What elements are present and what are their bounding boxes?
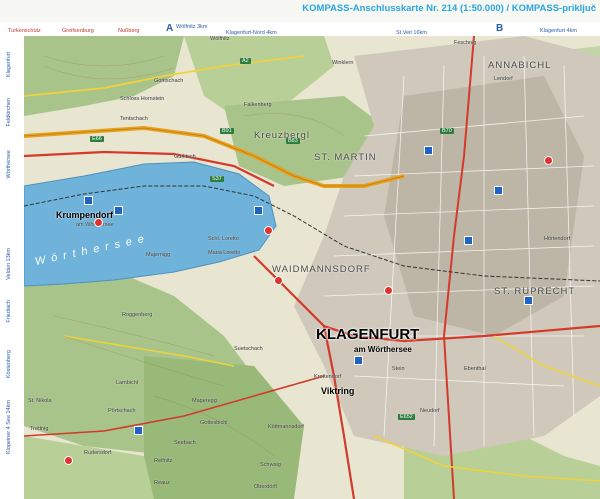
poi-marker[interactable]: [94, 218, 103, 227]
place-label: Neudorf: [420, 408, 440, 414]
map-page: KOMPASS-Anschlusskarte Nr. 214 (1:50.000…: [0, 0, 600, 499]
poi-marker[interactable]: [274, 276, 283, 285]
parking-marker[interactable]: [354, 356, 363, 365]
edge-note: Velden 13km: [6, 248, 12, 280]
edge-note: Turkenschütz: [8, 28, 41, 34]
edge-note: Klagenfurt 4km: [540, 28, 577, 34]
city-label-main: KLAGENFURT: [316, 326, 420, 343]
edge-note: Klagenfurt: [6, 52, 12, 78]
place-label: Lambichl: [116, 380, 139, 386]
place-label: Maria Loretto: [208, 250, 241, 256]
town-label: Viktring: [321, 386, 355, 396]
map-frame-left: [0, 36, 25, 499]
district-label: ST. RUPRECHT: [494, 286, 576, 297]
road-shield: E66: [90, 136, 104, 142]
parking-marker[interactable]: [424, 146, 433, 155]
edge-note: Klopeiner 4 See 14km: [6, 400, 12, 455]
place-label: Seebach: [174, 440, 196, 446]
road-shield: B70: [440, 128, 454, 134]
parking-marker[interactable]: [134, 426, 143, 435]
road-shield: S37: [210, 176, 224, 182]
place-label: Majernigg: [146, 252, 171, 258]
grid-letter-a: A: [166, 23, 174, 34]
page-header: KOMPASS-Anschlusskarte Nr. 214 (1:50.000…: [0, 0, 600, 23]
place-label: Ebenthal: [464, 366, 486, 372]
road-shield: B91: [220, 128, 234, 134]
place-label: Tentschach: [120, 116, 148, 122]
edge-note: Wölfnitz 3km: [176, 24, 208, 30]
topographic-map[interactable]: KLAGENFURT am Wörthersee Krumpendorf am …: [24, 36, 600, 499]
place-label: Falkenberg: [244, 102, 272, 108]
place-label: Reifnitz: [154, 458, 173, 464]
place-label: St. Nikola: [28, 398, 52, 404]
place-label: Hörtendorf: [544, 236, 570, 242]
edge-note: Greifsenburg: [62, 28, 94, 34]
parking-marker[interactable]: [84, 196, 93, 205]
place-label: Krottendorf: [314, 374, 342, 380]
road-shield: E652: [398, 414, 415, 420]
place-label: Stein: [392, 366, 405, 372]
place-label: Goritschach: [154, 78, 184, 84]
place-label: Trettnig: [30, 426, 49, 432]
place-label: Schl. Loretto: [208, 236, 239, 242]
district-label: WAIDMANNSDORF: [272, 264, 371, 275]
place-label: Mageregg: [192, 398, 217, 404]
place-label: Pörtschach: [108, 408, 136, 414]
parking-marker[interactable]: [254, 206, 263, 215]
edge-note: Feldkirchen: [6, 98, 12, 127]
place-label: Oberdörfl: [254, 484, 277, 490]
district-label: ANNABICHL: [488, 60, 552, 71]
place-label: Gottesbichl: [200, 420, 228, 426]
parking-marker[interactable]: [464, 236, 473, 245]
place-label: Gurlitsch: [174, 154, 196, 160]
town-label: Krumpendorf: [56, 210, 113, 220]
place-label: Winklern: [332, 60, 354, 66]
district-label: ST. MARTIN: [314, 152, 377, 163]
edge-note: Friedlach: [6, 300, 12, 323]
edge-note: Wörthersee: [6, 150, 12, 179]
place-label: Reauz: [154, 480, 170, 486]
place-label: Lendorf: [494, 76, 513, 82]
district-label: Kreuzbergl: [254, 130, 310, 141]
place-label: Wölfnitz: [210, 36, 230, 42]
place-label: Suetschach: [234, 346, 263, 352]
edge-note: Nußberg: [118, 28, 140, 34]
parking-marker[interactable]: [114, 206, 123, 215]
poi-marker[interactable]: [544, 156, 553, 165]
place-label: Rudersdorf: [84, 450, 112, 456]
poi-marker[interactable]: [64, 456, 73, 465]
edge-note: Köstenberg: [6, 350, 12, 379]
road-shield: B83: [286, 138, 300, 144]
header-title: KOMPASS-Anschlusskarte Nr. 214 (1:50.000…: [302, 3, 596, 14]
parking-marker[interactable]: [524, 296, 533, 305]
city-sublabel: am Wörthersee: [354, 345, 412, 354]
road-shield: A2: [240, 58, 251, 64]
poi-marker[interactable]: [384, 286, 393, 295]
place-label: Köttmannsdorf: [268, 424, 304, 430]
place-label: Schloss Hornstein: [120, 96, 165, 102]
parking-marker[interactable]: [494, 186, 503, 195]
place-label: Schwaig: [260, 462, 281, 468]
poi-marker[interactable]: [264, 226, 273, 235]
grid-letter-b: B: [496, 23, 504, 34]
place-label: Feschnig: [454, 40, 477, 46]
place-label: Roggenberg: [122, 312, 153, 318]
